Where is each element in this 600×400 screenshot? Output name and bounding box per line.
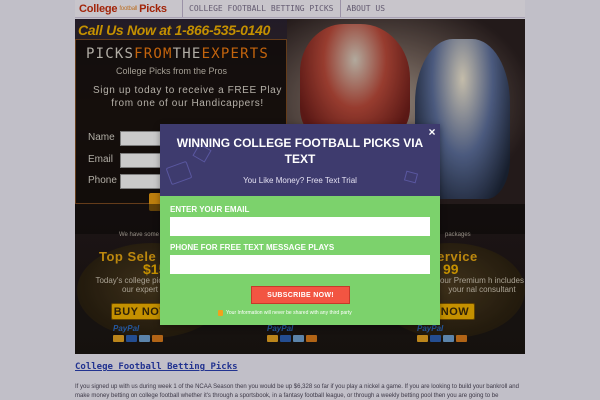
modal-phone-label: PHONE FOR FREE TEXT MESSAGE PLAYS	[170, 243, 335, 252]
privacy-text: Your Information will never be shared wi…	[226, 310, 352, 316]
modal-email-input[interactable]	[170, 217, 430, 236]
text-trial-modal: WINNING COLLEGE FOOTBALL PICKS VIA TEXT …	[160, 124, 440, 325]
modal-phone-input[interactable]	[170, 255, 430, 274]
modal-title: WINNING COLLEGE FOOTBALL PICKS VIA TEXT	[176, 136, 424, 166]
lock-icon	[218, 310, 223, 316]
modal-header: WINNING COLLEGE FOOTBALL PICKS VIA TEXT …	[160, 124, 440, 196]
modal-email-label: ENTER YOUR EMAIL	[170, 205, 250, 214]
privacy-note: Your Information will never be shared wi…	[218, 310, 418, 316]
modal-subtitle: You Like Money? Free Text Trial	[243, 176, 357, 185]
page: College football Picks COLLEGE FOOTBALL …	[0, 0, 600, 400]
subscribe-button[interactable]: SUBSCRIBE NOW!	[251, 286, 350, 304]
close-icon[interactable]: ×	[426, 126, 438, 138]
modal-form: ENTER YOUR EMAIL PHONE FOR FREE TEXT MES…	[160, 196, 440, 325]
